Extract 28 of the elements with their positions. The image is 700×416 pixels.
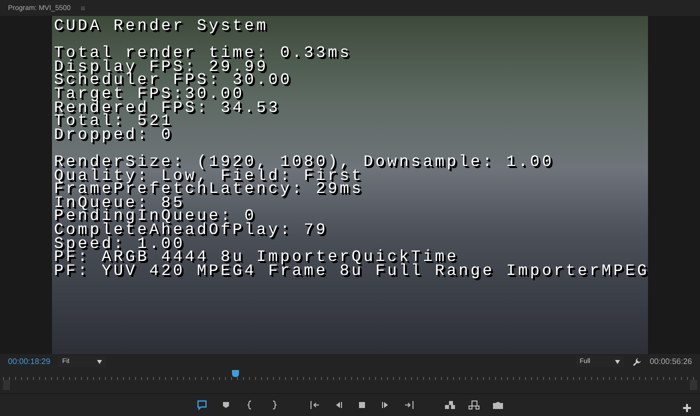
- playhead[interactable]: [232, 370, 240, 378]
- zoom-handle[interactable]: [3, 380, 10, 390]
- overlay-stat: Speed: 1.00: [54, 238, 185, 252]
- comment-button[interactable]: [196, 398, 208, 411]
- overwrite-icon: [468, 398, 480, 411]
- overlay-stat: Dropped: 0: [54, 128, 174, 142]
- go-to-out-button[interactable]: [404, 398, 416, 411]
- overlay-stat: PF: YUV 420 MPEG4 Frame 8u Full Range ImporterMPEG: [54, 264, 648, 278]
- overlay-stat: FramePrefetchLatency: 29ms: [54, 183, 364, 197]
- panel-menu[interactable]: ≡: [80, 4, 86, 12]
- duration-timecode: 00:00:56:26: [650, 357, 692, 366]
- overlay-title: CUDA Render System: [54, 20, 270, 34]
- overlay-stat: CompleteAheadOfPlay: 79: [54, 224, 329, 238]
- overlay-stat: PF: ARGB 4444 8u ImporterQuickTime: [54, 251, 459, 265]
- overlay-stat: Scheduler FPS: 30.00: [54, 74, 294, 88]
- current-timecode[interactable]: 00:00:18:29: [8, 357, 50, 366]
- caret-icon: [614, 360, 620, 364]
- go-to-in-button[interactable]: [308, 398, 320, 411]
- insert-button[interactable]: [444, 398, 456, 411]
- overwrite-button[interactable]: [468, 398, 480, 411]
- caret-icon: [97, 360, 102, 364]
- go-to-out-icon: [404, 398, 416, 411]
- wrench-icon[interactable]: [632, 356, 642, 367]
- zoom-handle[interactable]: [690, 380, 697, 390]
- comment-icon: [196, 398, 208, 411]
- go-to-in-icon: [308, 398, 320, 411]
- insert-icon: [444, 398, 456, 411]
- overlay-stat: Display FPS: 29.99: [54, 60, 268, 74]
